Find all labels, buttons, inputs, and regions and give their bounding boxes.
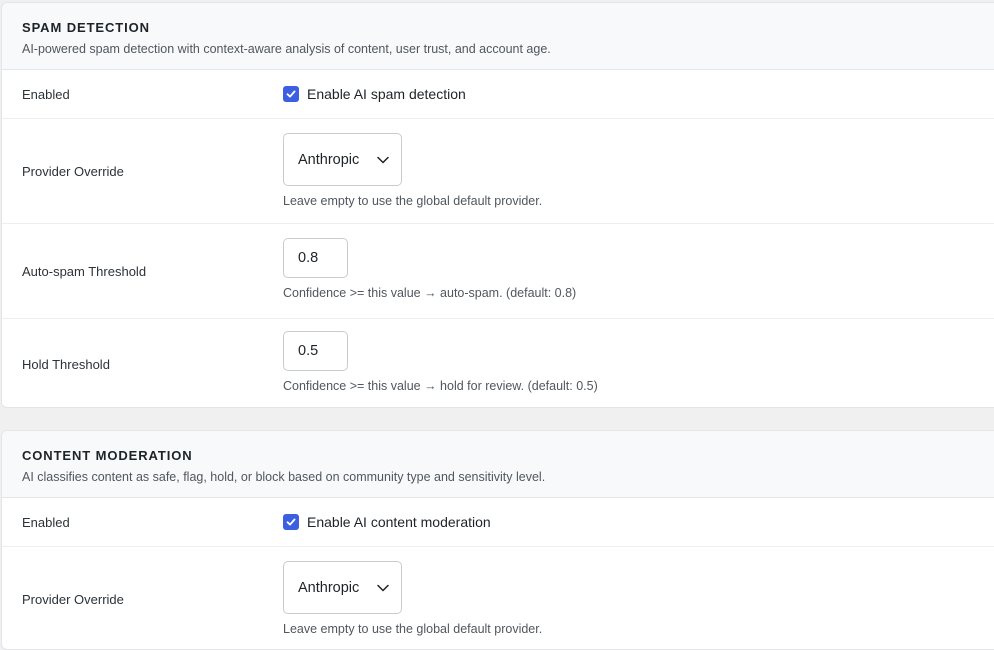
- moderation-provider-select-value: Anthropic: [298, 579, 360, 596]
- spam-auto-threshold-hint: Confidence >= this value → auto-spam. (d…: [283, 286, 577, 300]
- moderation-enabled-checkbox-label[interactable]: Enable AI content moderation: [307, 514, 491, 530]
- spam-enabled-field[interactable]: Enable AI spam detection: [283, 86, 466, 102]
- content-moderation-header: CONTENT MODERATION AI classifies content…: [2, 431, 994, 498]
- spam-enabled-row: Enabled Enable AI spam detection: [2, 70, 994, 119]
- content-moderation-description: AI classifies content as safe, flag, hol…: [22, 470, 546, 484]
- moderation-provider-field: Anthropic Leave empty to use the global …: [283, 561, 542, 636]
- spam-provider-hint: Leave empty to use the global default pr…: [283, 194, 543, 208]
- moderation-enabled-row: Enabled Enable AI content moderation: [2, 498, 994, 547]
- spam-auto-threshold-row: Auto-spam Threshold 0.8 Confidence >= th…: [2, 224, 994, 319]
- spam-provider-select-value: Anthropic: [298, 151, 360, 168]
- content-moderation-card: CONTENT MODERATION AI classifies content…: [1, 430, 994, 650]
- checkmark-icon: [286, 518, 296, 526]
- spam-hold-threshold-label: Hold Threshold: [22, 357, 110, 372]
- spam-hold-threshold-hint: Confidence >= this value → hold for revi…: [283, 379, 598, 393]
- moderation-provider-select[interactable]: Anthropic: [283, 561, 402, 614]
- spam-enabled-label: Enabled: [22, 87, 70, 102]
- moderation-enabled-checkbox[interactable]: [283, 514, 299, 530]
- spam-provider-row: Provider Override Anthropic Leave empty …: [2, 119, 994, 224]
- chevron-down-icon: [377, 156, 389, 163]
- spam-detection-title: SPAM DETECTION: [22, 20, 150, 35]
- chevron-down-icon: [377, 584, 389, 591]
- checkmark-icon: [286, 90, 296, 98]
- spam-detection-header: SPAM DETECTION AI-powered spam detection…: [2, 3, 994, 70]
- spam-hold-threshold-row: Hold Threshold 0.5 Confidence >= this va…: [2, 319, 994, 407]
- moderation-enabled-field[interactable]: Enable AI content moderation: [283, 514, 491, 530]
- moderation-provider-hint: Leave empty to use the global default pr…: [283, 622, 543, 636]
- moderation-provider-label: Provider Override: [22, 592, 124, 607]
- moderation-provider-row: Provider Override Anthropic Leave empty …: [2, 547, 994, 649]
- spam-enabled-checkbox-label[interactable]: Enable AI spam detection: [307, 86, 466, 102]
- spam-auto-threshold-label: Auto-spam Threshold: [22, 264, 147, 279]
- spam-provider-select[interactable]: Anthropic: [283, 133, 402, 186]
- auto-spam-threshold-input[interactable]: 0.8: [283, 238, 348, 278]
- spam-detection-card: SPAM DETECTION AI-powered spam detection…: [1, 2, 994, 408]
- spam-detection-description: AI-powered spam detection with context-a…: [22, 42, 551, 56]
- spam-enabled-checkbox[interactable]: [283, 86, 299, 102]
- spam-hold-threshold-field: 0.5 Confidence >= this value → hold for …: [283, 331, 598, 393]
- spam-provider-label: Provider Override: [22, 164, 124, 179]
- spam-auto-threshold-field: 0.8 Confidence >= this value → auto-spam…: [283, 238, 576, 300]
- spam-provider-field: Anthropic Leave empty to use the global …: [283, 133, 542, 208]
- content-moderation-title: CONTENT MODERATION: [22, 448, 193, 463]
- moderation-enabled-label: Enabled: [22, 515, 70, 530]
- hold-threshold-input[interactable]: 0.5: [283, 331, 348, 371]
